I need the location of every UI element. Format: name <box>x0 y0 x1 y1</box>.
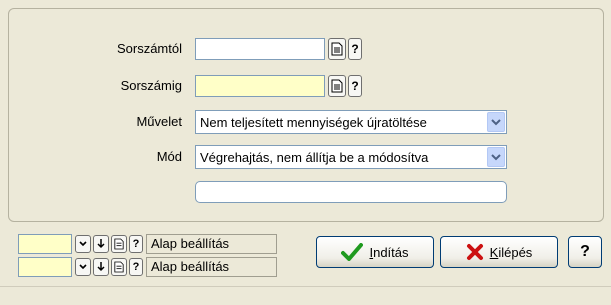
sorszamig-lookup-button[interactable] <box>328 75 346 97</box>
close-icon <box>466 244 483 260</box>
preset-1-help-button[interactable]: ? <box>129 235 143 253</box>
preset-2-down-arrow-button[interactable] <box>93 258 109 276</box>
row-sorszamtol: Sorszámtól ? <box>9 36 409 62</box>
chevron-down-icon[interactable] <box>487 112 505 132</box>
status-bar <box>0 286 611 305</box>
arrow-down-icon <box>97 262 105 272</box>
chevron-down-icon <box>79 264 87 270</box>
preset-2-label: Alap beállítás <box>146 257 277 277</box>
checkmark-icon <box>341 243 364 261</box>
preset-1-label: Alap beállítás <box>146 234 277 254</box>
sorszamtol-lookup-button[interactable] <box>328 38 346 60</box>
document-icon <box>331 42 343 56</box>
exit-button[interactable]: Kilépés <box>440 236 558 268</box>
exit-button-label: Kilépés <box>489 244 533 260</box>
sorszamtol-input[interactable] <box>195 38 325 60</box>
extra-field-input[interactable] <box>196 182 510 204</box>
preset-2-document-button[interactable] <box>111 258 127 276</box>
extra-field[interactable] <box>195 181 510 204</box>
preset-row-2: ? Alap beállítás <box>18 257 298 279</box>
sorszamtol-label: Sorszámtól <box>116 41 182 56</box>
muvelet-select[interactable]: Nem teljesített mennyiségek újratöltése <box>195 110 507 134</box>
preset-2-dropdown-button[interactable] <box>75 258 91 276</box>
mod-selected-value: Végrehajtás, nem állítja be a módosítva <box>200 149 429 165</box>
start-button[interactable]: Indítás <box>316 236 434 268</box>
preset-1-dropdown-button[interactable] <box>75 235 91 253</box>
preset-2-input[interactable] <box>18 257 72 277</box>
document-icon <box>331 79 343 93</box>
sorszamig-help-button[interactable]: ? <box>348 75 362 97</box>
mod-label: Mód <box>156 149 182 164</box>
muvelet-label: Művelet <box>136 114 182 129</box>
document-icon <box>114 238 124 250</box>
sorszamig-label: Sorszámig <box>120 78 182 93</box>
row-muvelet: Művelet Nem teljesített mennyiségek újra… <box>9 109 603 135</box>
chevron-down-icon[interactable] <box>487 147 505 167</box>
arrow-down-icon <box>97 239 105 249</box>
sorszamig-input[interactable] <box>195 75 325 97</box>
preset-1-input[interactable] <box>18 234 72 254</box>
muvelet-selected-value: Nem teljesített mennyiségek újratöltése <box>200 114 427 130</box>
mod-select[interactable]: Végrehajtás, nem állítja be a módosítva <box>195 145 507 169</box>
sorszamtol-input-box[interactable] <box>196 39 324 59</box>
start-button-label: Indítás <box>369 244 409 260</box>
help-button[interactable]: ? <box>568 236 602 268</box>
preset-2-help-button[interactable]: ? <box>129 258 143 276</box>
row-sorszamig: Sorszámig ? <box>9 73 409 99</box>
document-icon <box>114 261 124 273</box>
filter-panel: Sorszámtól ? Sorszámig ? Művelet Nem tel… <box>8 8 604 222</box>
row-mod: Mód Végrehajtás, nem állítja be a módosí… <box>9 144 603 170</box>
sorszamtol-help-button[interactable]: ? <box>348 38 362 60</box>
preset-1-down-arrow-button[interactable] <box>93 235 109 253</box>
preset-row-1: ? Alap beállítás <box>18 234 298 256</box>
preset-1-document-button[interactable] <box>111 235 127 253</box>
chevron-down-icon <box>79 241 87 247</box>
sorszamig-input-box[interactable] <box>196 76 324 96</box>
